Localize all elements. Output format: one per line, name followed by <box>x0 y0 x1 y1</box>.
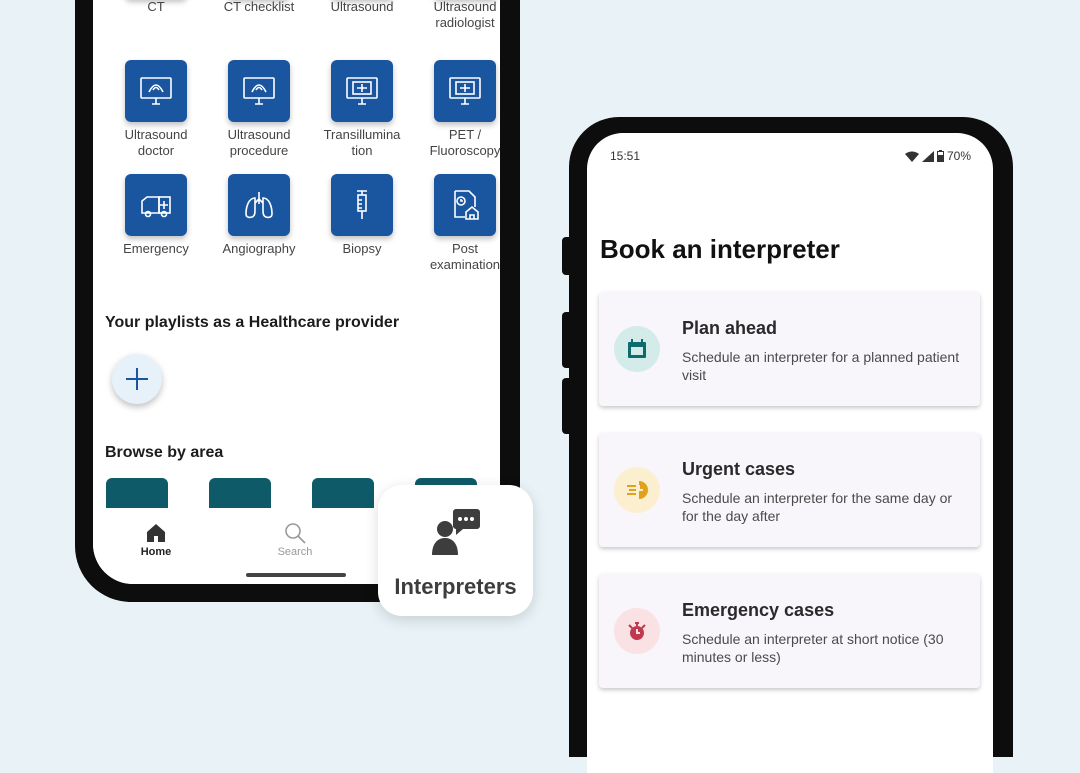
syringe-icon <box>331 174 393 236</box>
tile-ultrasound-doctor[interactable]: Ultrasound doctor <box>106 60 206 159</box>
home-icon <box>116 520 196 546</box>
wifi-icon <box>904 151 919 162</box>
home-indicator <box>246 573 346 577</box>
tile-emergency[interactable]: Emergency <box>106 174 206 257</box>
interpreter-chat-icon <box>430 505 480 562</box>
tile-ultrasound-radiologist[interactable]: Ultrasound radiologist <box>415 0 500 31</box>
add-playlist-button[interactable] <box>112 354 162 404</box>
speed-clock-icon <box>614 467 660 513</box>
playlists-title: Your playlists as a Healthcare provider <box>105 314 400 331</box>
nav-search[interactable]: Search <box>255 520 335 558</box>
monitor-scan-icon <box>228 60 290 122</box>
tile-label: Ultrasound <box>330 0 394 14</box>
interpreters-label: Interpreters <box>394 574 517 599</box>
card-description: Schedule an interpreter for a planned pa… <box>682 349 960 383</box>
ambulance-icon <box>125 174 187 236</box>
tile-label: Biopsy <box>342 241 382 256</box>
tile-label: Post examination <box>429 241 500 272</box>
signal-icon <box>921 150 934 162</box>
status-time: 15:51 <box>610 149 641 163</box>
tile-biopsy[interactable]: Biopsy <box>312 174 412 257</box>
tile-post-examination[interactable]: Post examination <box>415 174 500 273</box>
tile-label: CT <box>147 0 165 14</box>
tile-label: Ultrasound doctor <box>124 127 188 158</box>
tile-label: Ultrasound procedure <box>227 127 291 158</box>
nav-home[interactable]: Home <box>116 520 196 558</box>
tile-label: Transillumina tion <box>323 127 401 158</box>
page-title: Book an interpreter <box>600 234 840 264</box>
document-home-icon <box>434 174 496 236</box>
card-title: Emergency cases <box>682 600 835 620</box>
calendar-icon <box>614 326 660 372</box>
plan-ahead-card[interactable]: Plan ahead Schedule an interpreter for a… <box>599 292 980 406</box>
browse-title: Browse by area <box>105 444 224 461</box>
search-icon <box>255 520 335 546</box>
nav-home-label: Home <box>140 546 172 558</box>
monitor-scan-icon <box>125 60 187 122</box>
card-description: Schedule an interpreter at short notice … <box>682 631 944 665</box>
tile-ultrasound[interactable]: Ultrasound <box>312 0 412 15</box>
tile-pet-fluoroscopy[interactable]: PET / Fluoroscopy <box>415 60 500 159</box>
phone-booking: 15:51 70% Book an interpreter Plan ahead… <box>569 117 1013 773</box>
tile-ultrasound-procedure[interactable]: Ultrasound procedure <box>209 60 309 159</box>
card-title: Plan ahead <box>682 318 778 338</box>
nav-search-label: Search <box>277 546 313 558</box>
battery-level: 70% <box>946 149 971 163</box>
tile-ct[interactable]: CT <box>106 0 206 15</box>
emergency-cases-card[interactable]: Emergency cases Schedule an interpreter … <box>599 574 980 688</box>
tile-transillumination[interactable]: Transillumina tion <box>312 60 412 159</box>
tile-label: Emergency <box>123 241 189 256</box>
tile-angiography[interactable]: Angiography <box>209 174 309 257</box>
tile-label: Ultrasound radiologist <box>433 0 497 30</box>
tile-label: CT checklist <box>223 0 295 14</box>
alarm-icon <box>614 608 660 654</box>
interpreters-badge[interactable]: Interpreters <box>378 485 533 616</box>
card-description: Schedule an interpreter for the same day… <box>682 490 953 524</box>
tile-ct-checklist[interactable]: CT checklist <box>209 0 309 15</box>
plus-icon <box>126 368 148 390</box>
tile-label: Angiography <box>222 241 296 256</box>
tile-label: PET / Fluoroscopy <box>429 127 500 158</box>
urgent-cases-card[interactable]: Urgent cases Schedule an interpreter for… <box>599 433 980 547</box>
booking-screen: 15:51 70% Book an interpreter Plan ahead… <box>587 133 993 773</box>
lungs-icon <box>228 174 290 236</box>
monitor-light-icon <box>434 60 496 122</box>
battery-icon <box>936 150 944 162</box>
monitor-light-icon <box>331 60 393 122</box>
card-title: Urgent cases <box>682 459 796 479</box>
status-bar: 15:51 70% <box>610 149 971 163</box>
